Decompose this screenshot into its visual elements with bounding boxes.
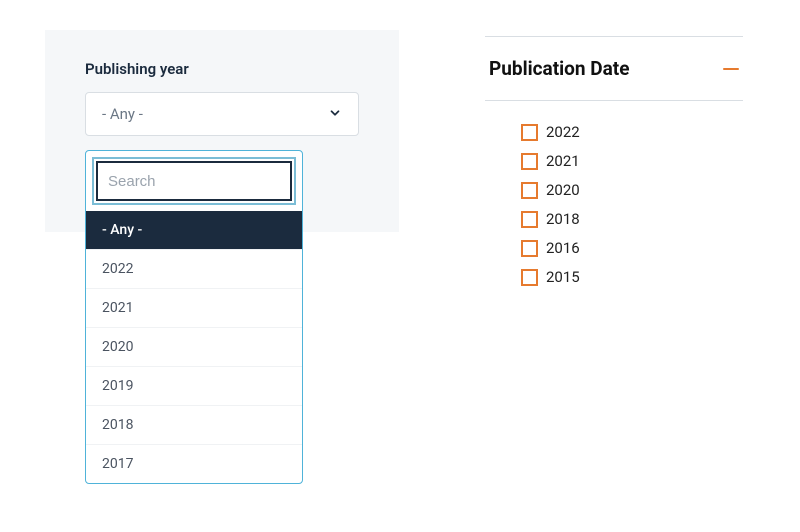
checkbox-label: 2016 [546, 239, 580, 257]
checkbox-label: 2018 [546, 210, 580, 228]
publication-date-item[interactable]: 2015 [521, 268, 743, 286]
publication-date-item[interactable]: 2020 [521, 181, 743, 199]
publishing-year-filter-panel: Publishing year - Any - - Any -202220212… [45, 30, 399, 232]
dropdown-option[interactable]: - Any - [86, 211, 302, 249]
checkbox[interactable] [521, 124, 538, 141]
publication-date-item[interactable]: 2021 [521, 152, 743, 170]
dropdown-option[interactable]: 2017 [86, 444, 302, 483]
checkbox-label: 2021 [546, 152, 580, 170]
dropdown-option[interactable]: 2022 [86, 249, 302, 288]
chevron-down-icon [328, 105, 342, 124]
publishing-year-dropdown: - Any -202220212020201920182017 [85, 150, 303, 484]
dropdown-option[interactable]: 2019 [86, 366, 302, 405]
checkbox[interactable] [521, 182, 538, 199]
checkbox[interactable] [521, 269, 538, 286]
publication-date-header[interactable]: Publication Date [485, 36, 743, 101]
publishing-year-selected-value: - Any - [102, 105, 143, 123]
publication-date-title: Publication Date [489, 57, 629, 80]
checkbox-label: 2020 [546, 181, 580, 199]
publishing-year-select[interactable]: - Any - [85, 92, 359, 136]
publication-date-list: 2022 2021 2020 2018 2016 2015 [485, 101, 743, 286]
checkbox[interactable] [521, 240, 538, 257]
checkbox[interactable] [521, 153, 538, 170]
publication-date-filter: Publication Date 2022 2021 2020 2018 2016 201… [485, 36, 743, 286]
publishing-year-label: Publishing year [85, 60, 359, 78]
checkbox[interactable] [521, 211, 538, 228]
dropdown-option[interactable]: 2020 [86, 327, 302, 366]
publication-date-item[interactable]: 2018 [521, 210, 743, 228]
checkbox-label: 2022 [546, 123, 580, 141]
dropdown-option[interactable]: 2021 [86, 288, 302, 327]
checkbox-label: 2015 [546, 268, 580, 286]
publication-date-item[interactable]: 2016 [521, 239, 743, 257]
dropdown-search-input[interactable] [96, 161, 292, 201]
minus-icon [723, 68, 739, 70]
publication-date-item[interactable]: 2022 [521, 123, 743, 141]
dropdown-option[interactable]: 2018 [86, 405, 302, 444]
